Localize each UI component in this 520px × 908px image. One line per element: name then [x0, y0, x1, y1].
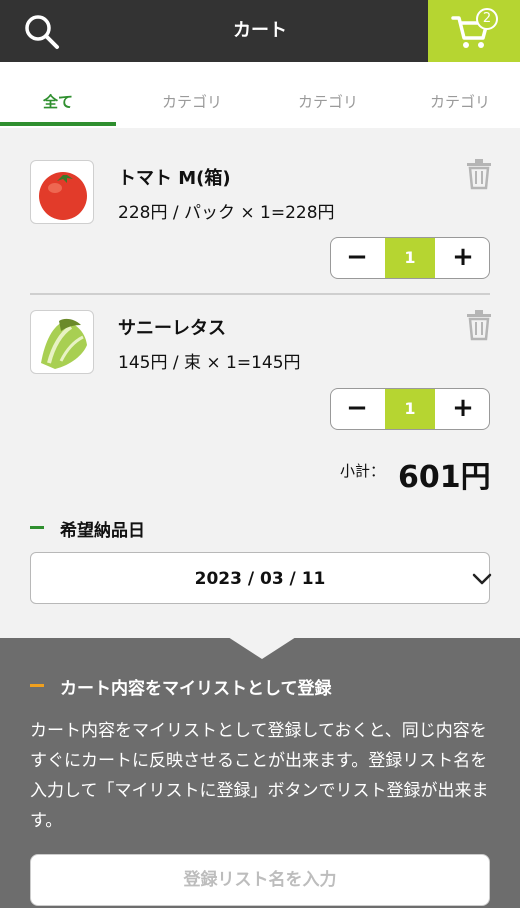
product-name: トマト M(箱): [118, 168, 231, 189]
mylist-description: カート内容をマイリストとして登録しておくと、同じ内容をすぐにカートに反映させるこ…: [30, 721, 489, 831]
increase-quantity-button[interactable]: +: [437, 389, 489, 429]
quantity-value: 1: [385, 389, 435, 429]
tab-category-2[interactable]: カテゴリ: [264, 62, 392, 128]
tab-category-1[interactable]: カテゴリ: [128, 62, 256, 128]
product-name: サニーレタス: [118, 318, 226, 339]
decrease-quantity-button[interactable]: −: [331, 238, 383, 278]
product-image-lettuce: [30, 310, 94, 374]
item-divider: [30, 293, 490, 295]
app-header: カート 2: [0, 0, 520, 62]
product-image-tomato: [30, 160, 94, 224]
product-price: 145円 / 束 × 1=145円: [118, 353, 301, 373]
tab-category-3[interactable]: カテゴリ: [400, 62, 520, 128]
tab-all[interactable]: 全て: [0, 62, 116, 128]
delivery-date-heading: 希望納品日: [60, 521, 145, 541]
decrease-quantity-button[interactable]: −: [331, 389, 383, 429]
section-marker: [30, 526, 44, 529]
increase-quantity-button[interactable]: +: [437, 238, 489, 278]
trash-icon: [467, 159, 491, 190]
section-notch: [228, 637, 296, 659]
mylist-heading: カート内容をマイリストとして登録: [60, 679, 332, 699]
subtotal-value: 601円: [398, 460, 491, 495]
chevron-down-icon: [472, 573, 492, 585]
delivery-date-value: 2023 / 03 / 11: [194, 569, 326, 589]
cart-button[interactable]: 2: [428, 0, 520, 62]
delete-item-button[interactable]: [464, 309, 494, 341]
quantity-stepper: − 1 +: [330, 388, 490, 430]
quantity-value: 1: [385, 238, 435, 278]
delete-item-button[interactable]: [464, 158, 494, 190]
section-marker: [30, 684, 44, 687]
trash-icon: [467, 310, 491, 341]
cart-count-badge: 2: [476, 8, 498, 30]
quantity-stepper: − 1 +: [330, 237, 490, 279]
delivery-date-select[interactable]: 2023 / 03 / 11: [30, 552, 492, 604]
active-tab-indicator: [0, 122, 116, 126]
category-tabs: 全て カテゴリ カテゴリ カテゴリ: [0, 62, 520, 128]
product-price: 228円 / パック × 1=228円: [118, 203, 335, 223]
subtotal-label: 小計：: [340, 462, 386, 480]
list-name-input[interactable]: [30, 854, 490, 906]
